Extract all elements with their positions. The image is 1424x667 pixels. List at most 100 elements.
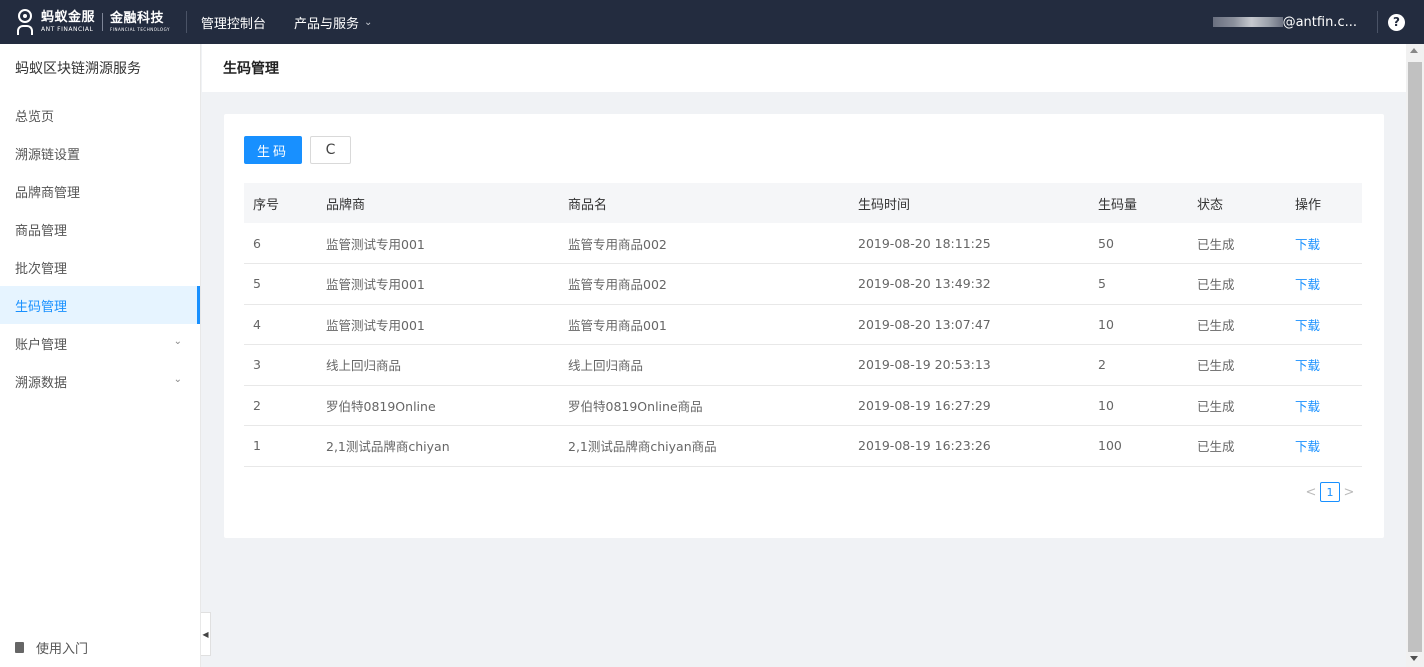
next-page-button[interactable]: > bbox=[1340, 485, 1358, 500]
cell-status: 已生成 bbox=[1188, 223, 1286, 264]
cell-status: 已生成 bbox=[1188, 385, 1286, 426]
nav-products-dropdown[interactable]: 产品与服务 ⌄ bbox=[294, 13, 372, 32]
cell-brand: 2,1测试品牌商chiyan bbox=[317, 425, 559, 467]
chevron-left-icon: ◀ bbox=[202, 629, 209, 639]
cell-status: 已生成 bbox=[1188, 425, 1286, 467]
sidebar-item-trace-chain-settings[interactable]: 溯源链设置 bbox=[0, 134, 200, 172]
refresh-button[interactable]: C bbox=[310, 136, 351, 164]
cell-time: 2019-08-20 13:07:47 bbox=[849, 304, 1089, 345]
download-link[interactable]: 下载 bbox=[1286, 263, 1362, 305]
cell-quantity: 100 bbox=[1089, 425, 1188, 467]
download-link[interactable]: 下载 bbox=[1286, 385, 1362, 426]
cell-time: 2019-08-19 16:23:26 bbox=[849, 425, 1089, 467]
cell-no: 5 bbox=[244, 263, 317, 305]
sidebar-collapse-handle[interactable]: ◀ bbox=[201, 612, 211, 656]
cell-product: 监管专用商品002 bbox=[559, 263, 849, 305]
cell-status: 已生成 bbox=[1188, 344, 1286, 386]
download-link[interactable]: 下载 bbox=[1286, 223, 1362, 264]
page-number-current[interactable]: 1 bbox=[1320, 482, 1340, 502]
ant-logo-icon bbox=[14, 7, 36, 37]
chevron-down-icon: ⌄ bbox=[173, 336, 182, 347]
download-link[interactable]: 下载 bbox=[1286, 344, 1362, 386]
cell-brand: 监管测试专用001 bbox=[317, 223, 559, 264]
table-row: 3 线上回归商品 线上回归商品 2019-08-19 20:53:13 2 已生… bbox=[244, 344, 1362, 386]
nav-console[interactable]: 管理控制台 bbox=[201, 13, 266, 32]
column-header-status: 状态 bbox=[1197, 197, 1224, 213]
sidebar-item-product-management[interactable]: 商品管理 bbox=[0, 210, 200, 248]
top-divider bbox=[1377, 11, 1378, 33]
brand2-english: FINANCIAL TECHNOLOGY bbox=[110, 27, 170, 32]
page-scrollbar[interactable] bbox=[1406, 44, 1424, 667]
cell-brand: 罗伯特0819Online bbox=[317, 385, 559, 426]
nav-divider bbox=[185, 11, 187, 33]
cell-status: 已生成 bbox=[1188, 304, 1286, 345]
sidebar-menu: 总览页 溯源链设置 品牌商管理 商品管理 批次管理 生码管理 账户管理 ⌄ 溯源… bbox=[0, 96, 200, 400]
cell-quantity: 10 bbox=[1089, 304, 1188, 345]
sidebar-item-label: 溯源数据 bbox=[15, 375, 68, 391]
column-header-quantity: 生码量 bbox=[1098, 197, 1138, 213]
scrollbar-thumb[interactable] bbox=[1408, 62, 1422, 652]
cell-quantity: 5 bbox=[1089, 263, 1188, 305]
sidebar-item-trace-data[interactable]: 溯源数据 ⌄ bbox=[0, 362, 200, 400]
refresh-icon: C bbox=[325, 142, 336, 158]
sidebar-item-overview[interactable]: 总览页 bbox=[0, 96, 200, 134]
pagination: < 1 > bbox=[1302, 482, 1358, 502]
cell-time: 2019-08-20 13:49:32 bbox=[849, 263, 1089, 305]
cell-product: 监管专用商品002 bbox=[559, 223, 849, 264]
generate-code-button[interactable]: 生码 bbox=[244, 136, 302, 164]
scroll-down-arrow-icon[interactable] bbox=[1410, 656, 1418, 661]
sidebar-item-account-management[interactable]: 账户管理 ⌄ bbox=[0, 324, 200, 362]
table-row: 4 监管测试专用001 监管专用商品001 2019-08-20 13:07:4… bbox=[244, 304, 1362, 345]
nav-products-label: 产品与服务 bbox=[293, 16, 359, 32]
cell-brand: 线上回归商品 bbox=[317, 344, 559, 386]
sidebar-item-batch-management[interactable]: 批次管理 bbox=[0, 248, 200, 286]
cell-no: 3 bbox=[244, 344, 317, 386]
column-header-brand: 品牌商 bbox=[326, 197, 366, 213]
sidebar-item-label: 生码管理 bbox=[15, 299, 68, 315]
cell-status: 已生成 bbox=[1188, 263, 1286, 305]
column-header-product: 商品名 bbox=[568, 197, 608, 213]
download-link[interactable]: 下载 bbox=[1286, 425, 1362, 467]
sidebar-item-label: 溯源链设置 bbox=[15, 147, 81, 163]
code-generation-table: 序号 品牌商 商品名 生码时间 生码量 状态 操作 6 监管测试专用001 监管… bbox=[244, 183, 1362, 467]
column-header-action: 操作 bbox=[1295, 197, 1322, 213]
sidebar-item-code-generation[interactable]: 生码管理 bbox=[0, 286, 200, 324]
toolbar: 生码 C bbox=[244, 136, 351, 164]
help-icon[interactable]: ? bbox=[1388, 13, 1405, 31]
getting-started-label: 使用入门 bbox=[36, 642, 89, 657]
table-header: 序号 品牌商 商品名 生码时间 生码量 状态 操作 bbox=[244, 183, 1362, 223]
cell-product: 罗伯特0819Online商品 bbox=[559, 385, 849, 426]
sidebar-item-brand-management[interactable]: 品牌商管理 bbox=[0, 172, 200, 210]
column-header-time: 生码时间 bbox=[858, 197, 911, 213]
user-email[interactable]: @antfin.c... bbox=[1283, 15, 1357, 30]
ant-financial-logo[interactable]: 蚂蚁金服 ANT FINANCIAL 金融科技 FINANCIAL TECHNO… bbox=[0, 0, 170, 44]
table-row: 5 监管测试专用001 监管专用商品002 2019-08-20 13:49:3… bbox=[244, 263, 1362, 305]
column-header-no: 序号 bbox=[253, 197, 280, 213]
sidebar-item-label: 品牌商管理 bbox=[15, 185, 81, 201]
table-row: 6 监管测试专用001 监管专用商品002 2019-08-20 18:11:2… bbox=[244, 223, 1362, 264]
sidebar-item-label: 商品管理 bbox=[15, 223, 68, 239]
chevron-down-icon: ⌄ bbox=[173, 374, 182, 385]
cell-quantity: 2 bbox=[1089, 344, 1188, 386]
cell-brand: 监管测试专用001 bbox=[317, 263, 559, 305]
brand-name: 蚂蚁金服 bbox=[41, 10, 96, 25]
scroll-up-arrow-icon[interactable] bbox=[1410, 48, 1418, 53]
top-navigation-bar: 蚂蚁金服 ANT FINANCIAL 金融科技 FINANCIAL TECHNO… bbox=[0, 0, 1424, 44]
cell-product: 2,1测试品牌商chiyan商品 bbox=[559, 425, 849, 467]
nav-console-label: 管理控制台 bbox=[200, 16, 266, 32]
cell-no: 1 bbox=[244, 425, 317, 467]
cell-time: 2019-08-19 20:53:13 bbox=[849, 344, 1089, 386]
chevron-down-icon: ⌄ bbox=[363, 16, 373, 28]
cell-time: 2019-08-19 16:27:29 bbox=[849, 385, 1089, 426]
cell-quantity: 10 bbox=[1089, 385, 1188, 426]
getting-started-link[interactable]: 使用入门 bbox=[15, 638, 88, 657]
brand-english: ANT FINANCIAL bbox=[41, 26, 94, 33]
sidebar-title: 蚂蚁区块链溯源服务 bbox=[15, 61, 141, 77]
download-link[interactable]: 下载 bbox=[1286, 304, 1362, 345]
brand2-name: 金融科技 bbox=[110, 11, 165, 26]
prev-page-button[interactable]: < bbox=[1302, 485, 1320, 500]
page-title: 生码管理 bbox=[202, 44, 1406, 92]
table-row: 2 罗伯特0819Online 罗伯特0819Online商品 2019-08-… bbox=[244, 385, 1362, 426]
cell-brand: 监管测试专用001 bbox=[317, 304, 559, 345]
cell-no: 2 bbox=[244, 385, 317, 426]
